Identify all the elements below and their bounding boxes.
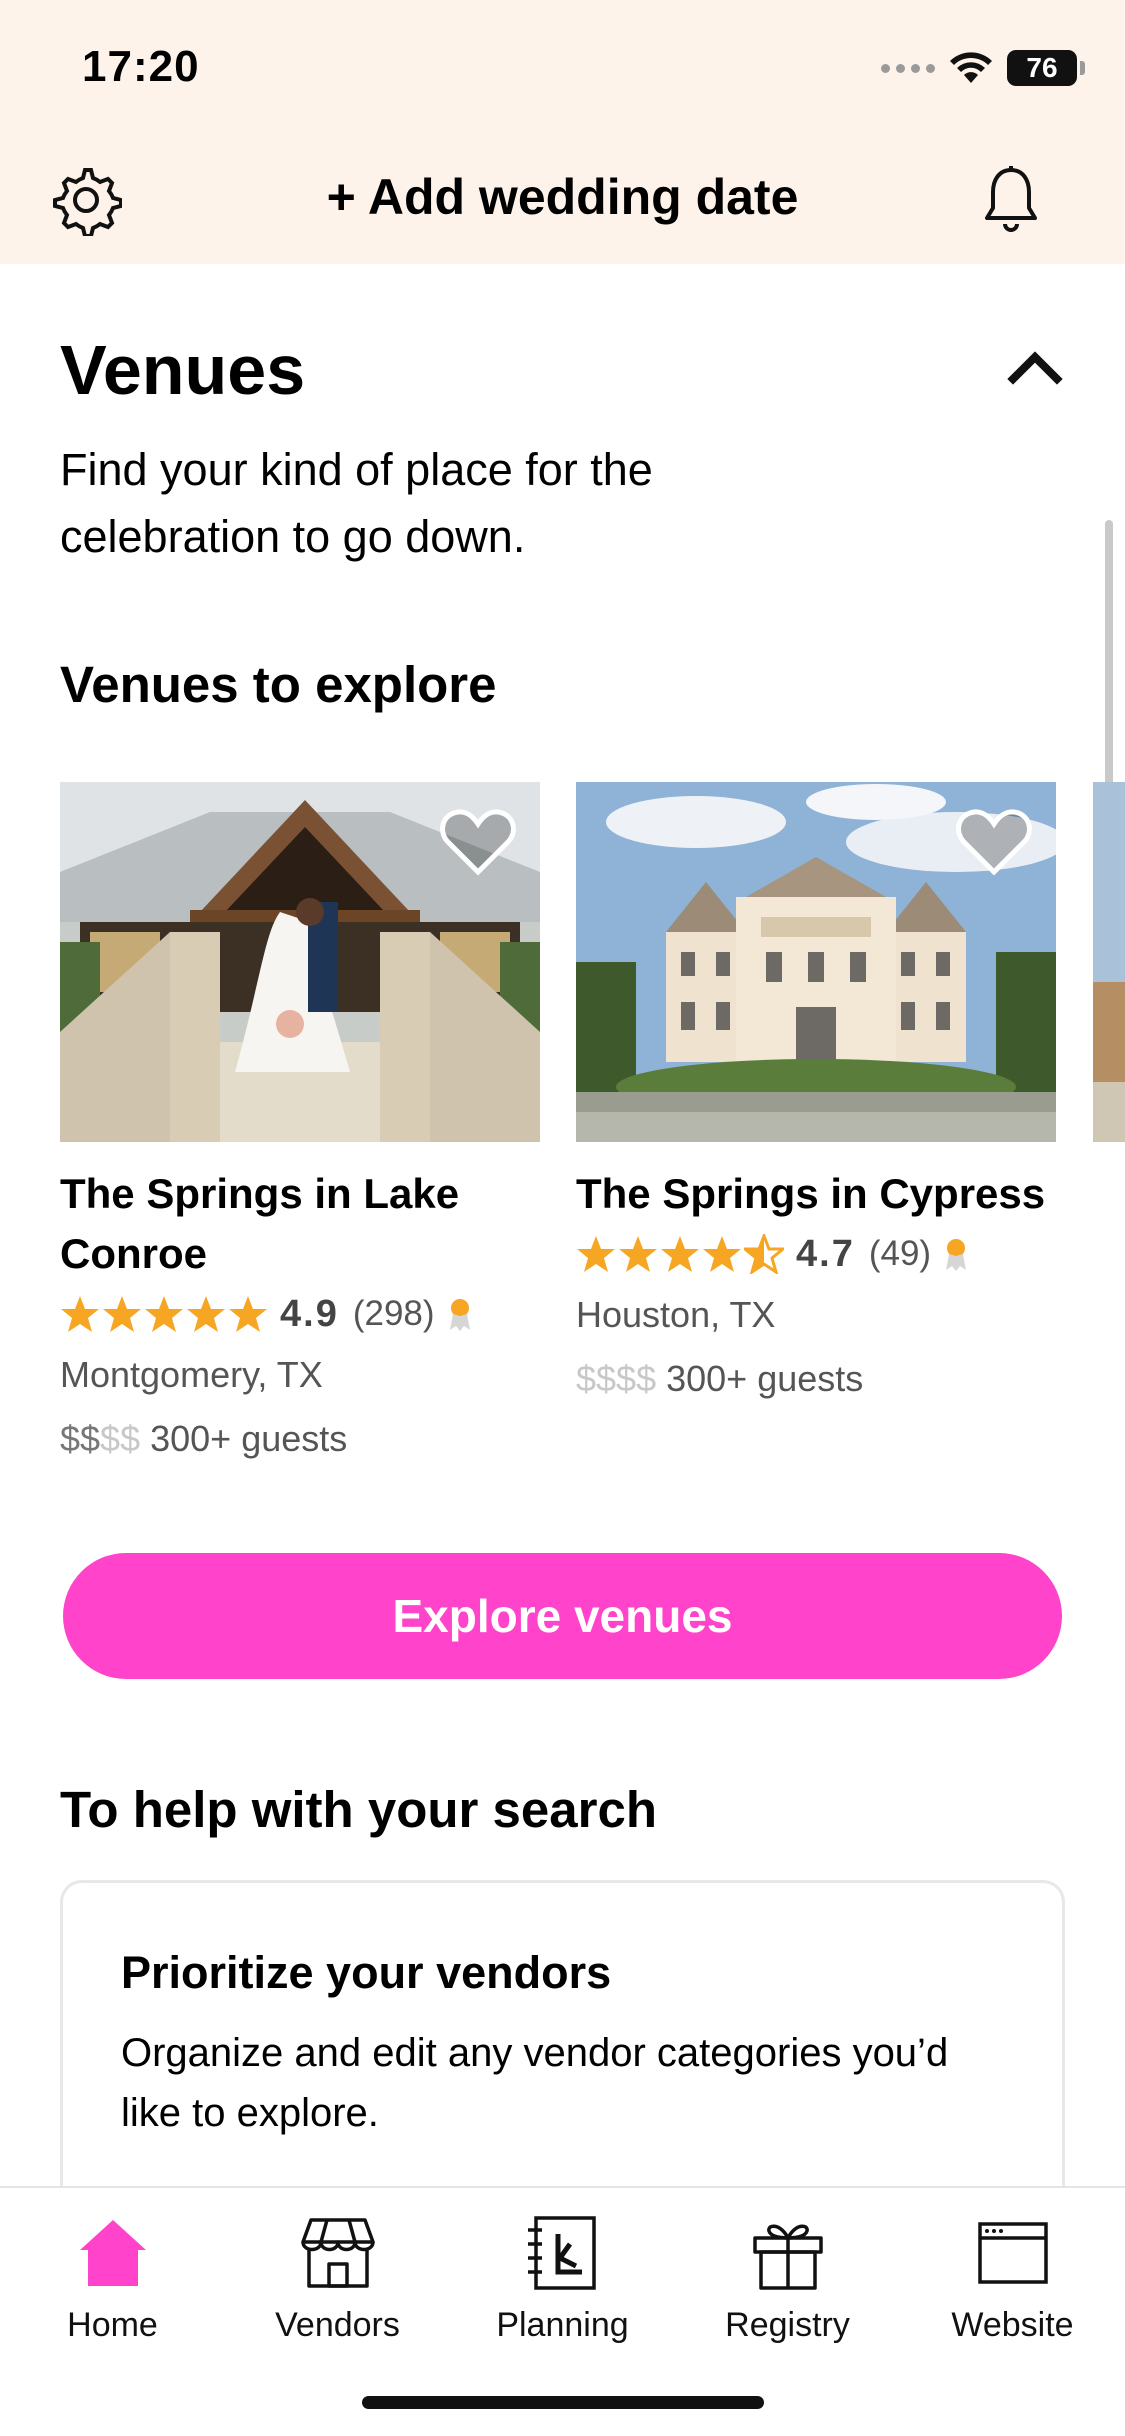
star-rating [60, 1294, 268, 1334]
home-icon [79, 2220, 146, 2286]
tab-label: Home [67, 2306, 158, 2344]
price-level: $$$$ [576, 1358, 657, 1399]
status-time: 17:20 [82, 42, 200, 91]
review-count: (298) [352, 1294, 435, 1333]
tab-website[interactable]: Website [900, 2214, 1125, 2345]
star-icon [229, 1296, 267, 1332]
venue-card[interactable]: The Springs in Lake Conroe 4.9 (298) Mon… [60, 782, 540, 1472]
favorite-heart-icon[interactable] [438, 806, 518, 878]
card-description: Organize and edit any vendor categories … [121, 2031, 949, 2135]
venue-price-guests: $$$$ 300+ guests [60, 1406, 540, 1472]
star-icon [103, 1296, 141, 1332]
tab-label: Planning [496, 2306, 629, 2344]
favorite-heart-icon[interactable] [954, 806, 1034, 878]
rating-value: 4.9 [280, 1292, 339, 1335]
top-header-area: 17:20 76 + Add wedding date [0, 0, 1125, 264]
price-level-inactive: $$ [100, 1418, 141, 1459]
venue-photo[interactable] [576, 782, 1056, 1142]
tab-label: Vendors [275, 2306, 400, 2344]
venue-location: Houston, TX [576, 1294, 776, 1335]
venue-card-peek[interactable] [1093, 782, 1125, 1142]
browser-window-icon [977, 2222, 1048, 2284]
tab-vendors[interactable]: Vendors [225, 2214, 450, 2345]
rating-value: 4.7 [796, 1232, 855, 1275]
award-ribbon-icon [946, 1239, 967, 1271]
venue-price-guests: $$$$ 300+ guests [576, 1346, 1056, 1412]
venues-to-explore-heading: Venues to explore [60, 656, 497, 713]
storefront-icon [300, 2218, 375, 2288]
venue-photo-partial [1093, 782, 1125, 1142]
status-icons: 76 [881, 50, 1085, 86]
star-icon [703, 1236, 741, 1272]
gift-icon [752, 2224, 823, 2290]
star-icon [187, 1296, 225, 1332]
venue-photo[interactable] [60, 782, 540, 1142]
tab-registry[interactable]: Registry [675, 2214, 900, 2345]
add-wedding-date-button[interactable]: + Add wedding date [0, 168, 1125, 226]
star-rating [576, 1234, 784, 1274]
price-level: $$ [60, 1418, 101, 1459]
award-ribbon-icon [449, 1299, 470, 1331]
review-count: (49) [868, 1234, 932, 1273]
guest-capacity: 300+ guests [150, 1418, 348, 1459]
tab-planning[interactable]: Planning [450, 2214, 675, 2345]
planner-book-icon [527, 2216, 596, 2290]
tab-label: Registry [725, 2306, 850, 2344]
chevron-up-icon[interactable] [1007, 345, 1063, 387]
notification-bell-icon[interactable] [981, 164, 1041, 236]
tab-home[interactable]: Home [0, 2214, 225, 2345]
card-title: Prioritize your vendors [121, 1947, 612, 1998]
tab-label: Website [951, 2306, 1074, 2344]
star-icon [577, 1236, 615, 1272]
star-icon [61, 1296, 99, 1332]
guest-capacity: 300+ guests [666, 1358, 864, 1399]
half-star-icon [744, 1234, 784, 1274]
cellular-signal-icon [881, 63, 935, 73]
star-icon [145, 1296, 183, 1332]
help-section-heading: To help with your search [60, 1781, 657, 1838]
wifi-icon [950, 52, 992, 83]
home-indicator[interactable] [362, 2396, 764, 2409]
venue-card[interactable]: The Springs in Cypress 4.7 (49) Houston,… [576, 782, 1056, 1412]
rating-row: 4.9 (298) [60, 1284, 540, 1344]
battery-icon: 76 [1007, 50, 1085, 86]
venue-location: Montgomery, TX [60, 1354, 323, 1395]
star-icon [661, 1236, 699, 1272]
star-icon [619, 1236, 657, 1272]
venue-name[interactable]: The Springs in Cypress [576, 1164, 1056, 1224]
section-title: Venues [60, 331, 306, 409]
venue-name[interactable]: The Springs in Lake Conroe [60, 1164, 540, 1284]
section-subtitle: Find your kind of place for the celebrat… [60, 444, 653, 562]
rating-row: 4.7 (49) [576, 1224, 1056, 1284]
explore-venues-button[interactable]: Explore venues [63, 1553, 1062, 1679]
